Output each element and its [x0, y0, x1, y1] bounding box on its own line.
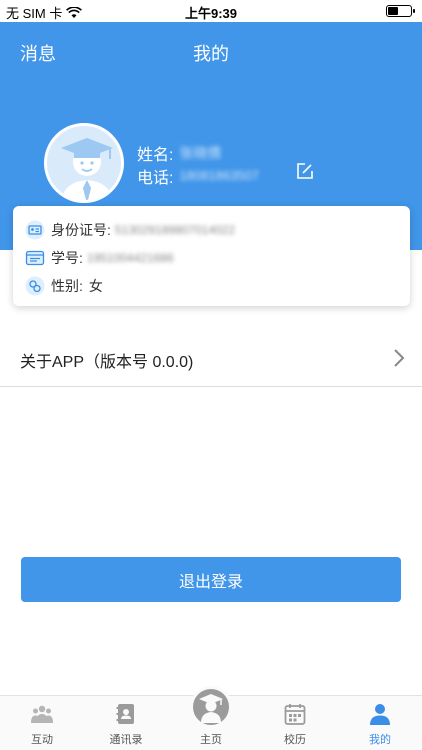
id-row: 身份证号: 513029189807014022	[25, 218, 235, 242]
name-value: 张晓倩	[179, 144, 222, 161]
id-card-icon	[25, 220, 45, 240]
tab-contacts[interactable]: 通讯录	[84, 696, 168, 750]
tab-interaction-label: 互动	[31, 734, 53, 746]
info-card: 身份证号: 513029189807014022 学号: 19510044216…	[13, 206, 410, 306]
name-row: 姓名: 张晓倩	[137, 141, 259, 164]
student-label: 学号:	[51, 250, 83, 266]
tab-mine[interactable]: 我的	[338, 696, 422, 750]
person-icon	[370, 704, 390, 725]
phone-value: 18081863507	[179, 168, 259, 183]
people-icon	[31, 705, 53, 723]
tab-home-label: 主页	[200, 734, 222, 746]
id-value: 513029189807014022	[114, 223, 236, 237]
calendar-icon	[284, 704, 306, 725]
student-row: 学号: 1951004421686	[25, 246, 174, 270]
status-bar: 无 SIM 卡 上午9:39	[0, 0, 422, 22]
chevron-right-icon	[394, 349, 405, 367]
tab-interaction[interactable]: 互动	[0, 696, 84, 750]
student-value: 1951004421686	[86, 251, 174, 265]
phone-row: 电话: 18081863507	[137, 164, 259, 187]
gender-icon	[25, 276, 45, 296]
tab-contacts-label: 通讯录	[109, 734, 143, 746]
battery-icon	[386, 5, 415, 17]
gender-row: 性别: 女	[25, 274, 103, 298]
about-app-label: 关于APP（版本号 0.0.0)	[20, 354, 194, 371]
status-time: 上午9:39	[184, 6, 238, 21]
graduate-avatar-icon[interactable]	[44, 123, 124, 203]
logout-button[interactable]: 退出登录	[21, 557, 401, 602]
page-title: 我的	[193, 44, 229, 64]
contacts-icon	[116, 704, 134, 724]
edit-icon[interactable]	[296, 162, 314, 180]
gender-label: 性别:	[51, 278, 83, 294]
tab-calendar-label: 校历	[284, 734, 306, 746]
id-label: 身份证号:	[51, 222, 111, 238]
about-app-row[interactable]: 关于APP（版本号 0.0.0)	[0, 330, 422, 387]
profile-text: 姓名: 张晓倩 电话: 18081863507	[137, 141, 259, 187]
home-graduate-icon[interactable]	[190, 686, 232, 728]
tab-mine-label: 我的	[369, 734, 391, 746]
student-id-icon	[25, 250, 45, 266]
gender-value: 女	[88, 278, 103, 294]
tab-calendar[interactable]: 校历	[253, 696, 337, 750]
phone-label: 电话:	[137, 169, 174, 187]
name-label: 姓名:	[137, 146, 174, 164]
